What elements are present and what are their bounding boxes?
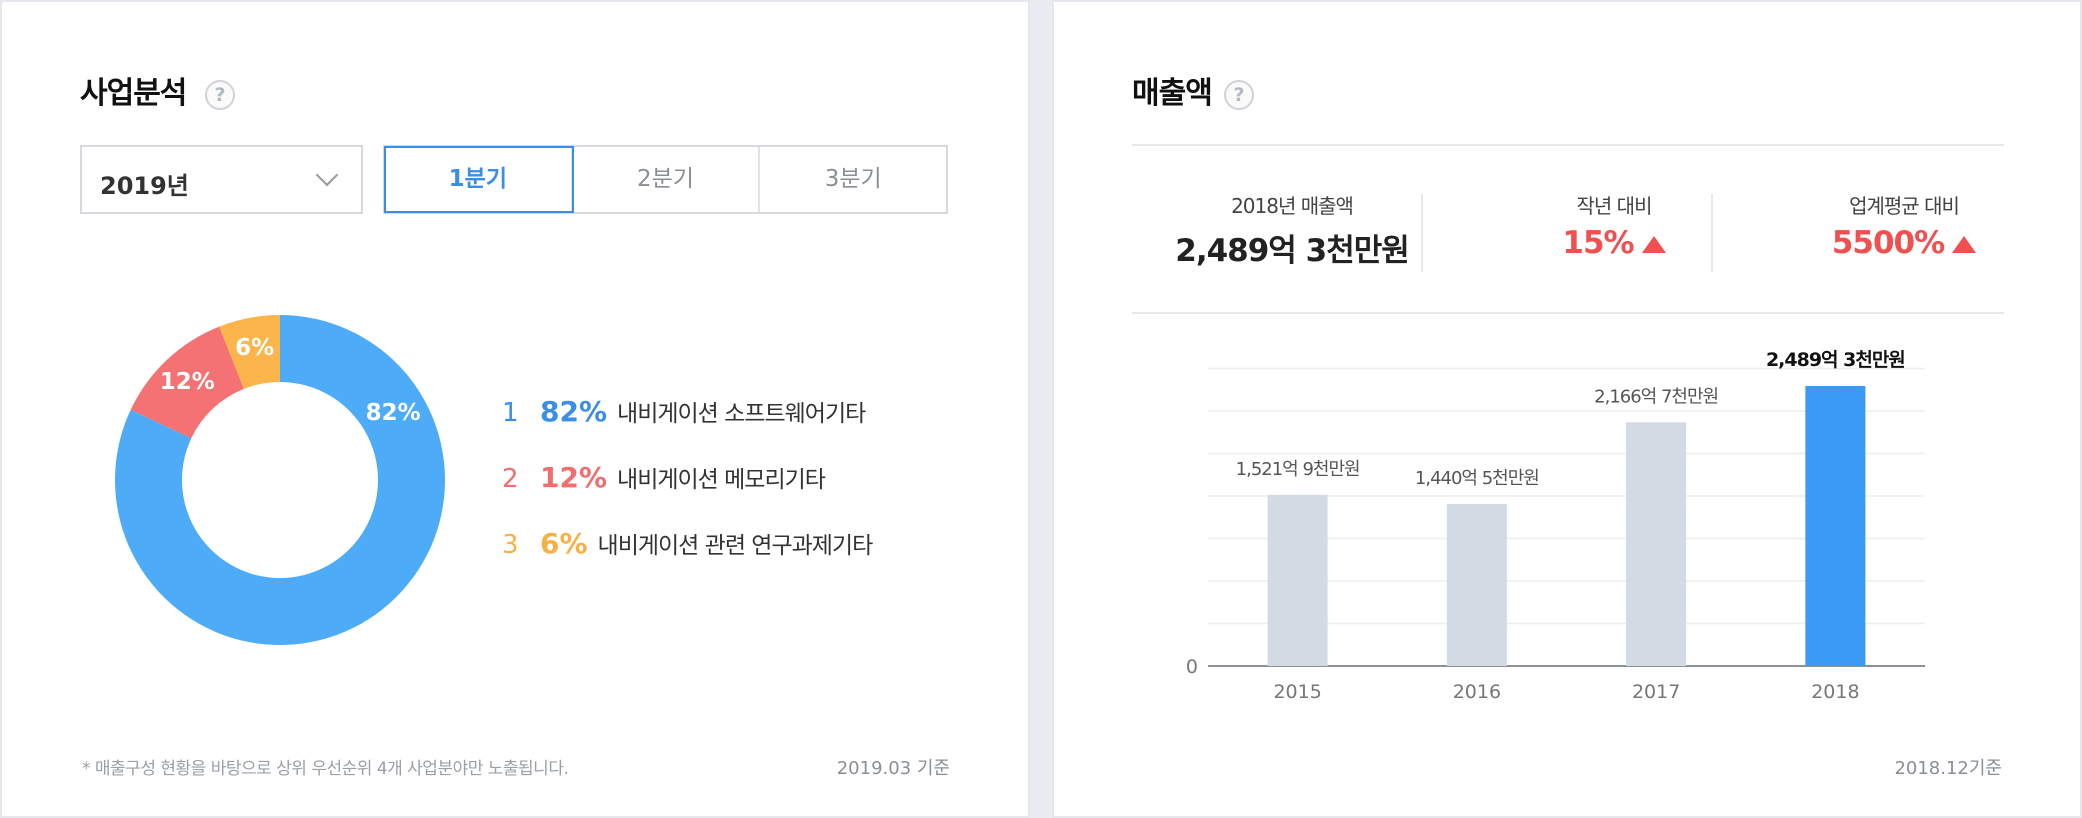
legend-rank: 2	[502, 464, 519, 494]
tab-quarter-2[interactable]: 2분기	[572, 147, 761, 212]
legend-percent: 12%	[540, 461, 608, 494]
donut-chart: 82% 12% 6%	[114, 315, 445, 645]
bar-data-label: 1,521억 9천만원	[1236, 459, 1360, 480]
divider	[1711, 194, 1713, 272]
divider	[1421, 194, 1423, 272]
chevron-down-icon	[315, 163, 339, 187]
donut-legend: 1 82% 내비게이션 소프트웨어기타 2 12% 내비게이션 메모리기타 3 6% 내비게…	[502, 394, 874, 592]
as-of-date: 2019.03 기준	[836, 758, 950, 779]
stat-label: 업계평균 대비	[1849, 194, 1960, 218]
donut-slice-label: 82%	[366, 400, 421, 426]
bar-data-label: 1,440억 5천만원	[1415, 468, 1539, 489]
divider	[1132, 312, 2004, 314]
stat-label: 2018년 매출액	[1231, 194, 1354, 218]
stat-industry: 업계평균 대비 5500%	[1794, 190, 2014, 261]
revenue-bar-chart: 0 1,521억 9천만원 2015 1,440억 5천만원 2016 2,166억 7천…	[1186, 349, 1925, 703]
help-icon[interactable]: ?	[205, 80, 235, 110]
divider	[1132, 144, 2004, 146]
x-tick-label: 2018	[1811, 681, 1859, 703]
y-tick-label: 0	[1186, 656, 1198, 678]
year-select-value: 2019년	[100, 172, 189, 200]
stat-value: 2,489억 3천만원	[1175, 233, 1410, 269]
legend-item: 2 12% 내비게이션 메모리기타	[502, 460, 872, 526]
stat-yoy: 작년 대비 15%	[1514, 190, 1714, 261]
bar-data-label: 2,166억 7천만원	[1594, 386, 1718, 407]
legend-name: 내비게이션 소프트웨어기타	[617, 401, 866, 427]
as-of-date: 2018.12기준	[1894, 758, 2002, 779]
panel-title: 사업분석	[80, 76, 187, 111]
panel-title: 매출액	[1132, 76, 1213, 111]
stat-value-row: 5500%	[1794, 225, 2014, 261]
tab-quarter-1[interactable]: 1분기	[384, 146, 574, 213]
bar	[1626, 422, 1687, 666]
help-icon[interactable]: ?	[1224, 80, 1254, 110]
legend-name: 내비게이션 메모리기타	[617, 467, 826, 493]
bar	[1446, 503, 1507, 666]
legend-item: 1 82% 내비게이션 소프트웨어기타	[502, 394, 872, 460]
tab-quarter-3[interactable]: 3분기	[760, 147, 947, 212]
bar	[1805, 386, 1866, 666]
quarter-tabs: 1분기 2분기 3분기	[383, 145, 948, 214]
legend-percent: 6%	[540, 527, 588, 560]
up-triangle-icon	[1641, 236, 1666, 253]
x-tick-label: 2015	[1273, 681, 1321, 703]
legend-rank: 1	[502, 398, 519, 428]
legend-percent: 82%	[540, 395, 608, 428]
donut-slice-label: 12%	[160, 369, 215, 395]
x-tick-label: 2017	[1632, 681, 1680, 703]
footnote: * 매출구성 현황을 바탕으로 상위 우선순위 4개 사업분야만 노출됩니다.	[82, 759, 569, 779]
stat-revenue: 2018년 매출액 2,489억 3천만원	[1152, 190, 1432, 270]
stat-label: 작년 대비	[1576, 194, 1653, 218]
legend-rank: 3	[502, 530, 519, 560]
up-triangle-icon	[1952, 236, 1977, 253]
stat-value-row: 15%	[1514, 225, 1714, 261]
year-select[interactable]: 2019년	[80, 145, 363, 214]
donut-slice-label: 6%	[235, 335, 274, 361]
x-tick-label: 2016	[1453, 681, 1501, 703]
bar-data-label: 2,489억 3천만원	[1766, 349, 1905, 371]
stat-value: 15%	[1562, 225, 1634, 261]
legend-item: 3 6% 내비게이션 관련 연구과제기타	[502, 526, 874, 592]
stat-value: 5500%	[1831, 225, 1945, 261]
bar	[1267, 494, 1328, 666]
legend-name: 내비게이션 관련 연구과제기타	[597, 533, 874, 559]
